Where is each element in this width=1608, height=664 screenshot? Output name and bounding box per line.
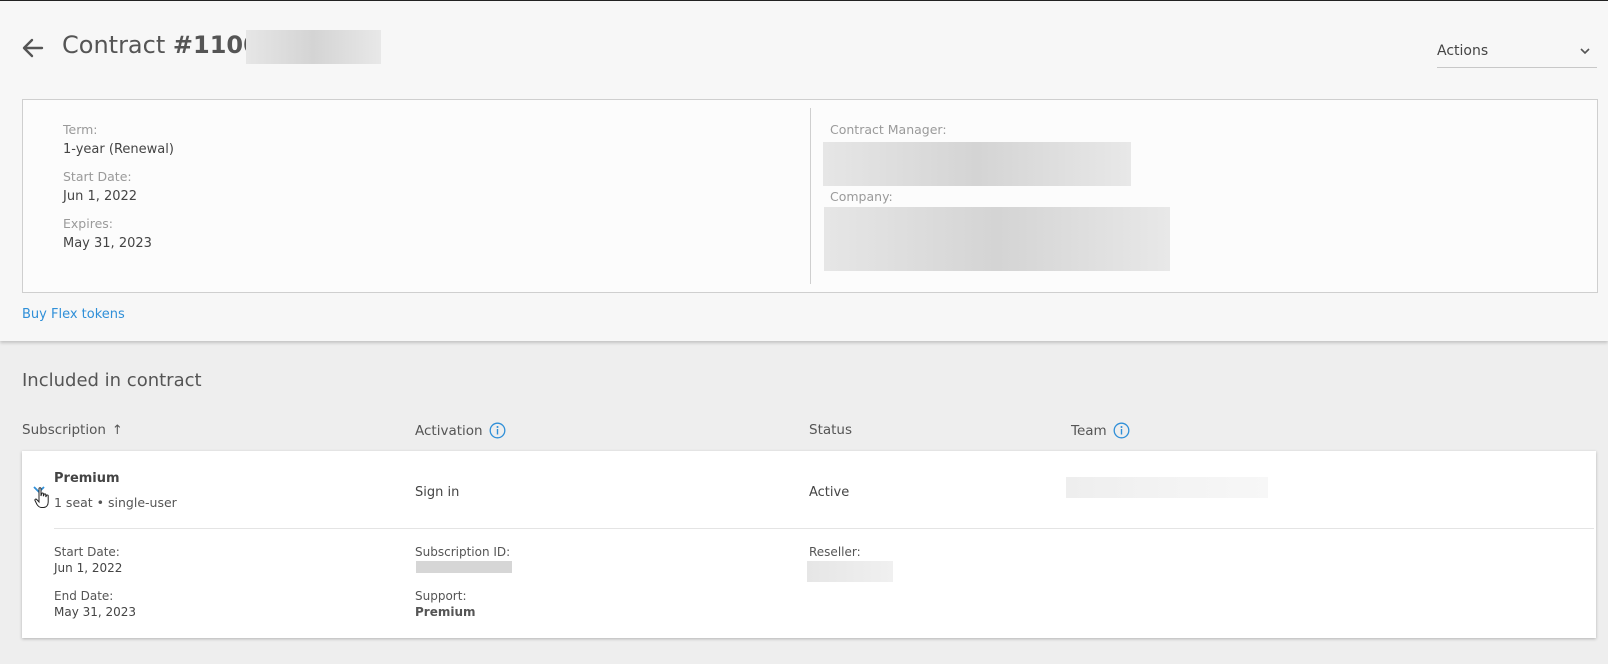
start-date-value: Jun 1, 2022 xyxy=(63,189,138,204)
redacted-contract-manager xyxy=(823,142,1131,186)
included-section-title: Included in contract xyxy=(22,370,202,391)
subscription-id-label: Subscription ID: xyxy=(415,545,511,559)
contract-header-panel: Contract #11000 Actions Term: 1-year (Re… xyxy=(0,0,1608,341)
term-label: Term: xyxy=(63,122,98,137)
sub-end-date-label: End Date: xyxy=(54,589,114,603)
hand-pointer-icon xyxy=(34,487,49,508)
column-header-subscription[interactable]: Subscription ↑ xyxy=(22,422,123,438)
column-header-status: Status xyxy=(809,422,852,438)
chevron-down-icon xyxy=(1580,48,1590,55)
support-value: Premium xyxy=(415,605,476,619)
info-icon[interactable] xyxy=(489,422,506,439)
status-header-label: Status xyxy=(809,422,853,438)
reseller-label: Reseller: xyxy=(809,545,861,559)
support-label: Support: xyxy=(415,589,467,603)
buy-flex-tokens-link[interactable]: Buy Flex tokens xyxy=(22,307,125,322)
column-header-team: Team xyxy=(1071,422,1130,439)
status-value: Active xyxy=(809,485,850,500)
subscription-seats: 1 seat • single-user xyxy=(54,495,177,510)
column-header-activation: Activation xyxy=(415,422,506,439)
sort-ascending-icon: ↑ xyxy=(111,422,123,438)
term-value: 1-year (Renewal) xyxy=(63,142,174,157)
row-divider xyxy=(54,528,1594,529)
expires-value: May 31, 2023 xyxy=(63,236,152,251)
expires-label: Expires: xyxy=(63,216,113,231)
arrow-left-icon xyxy=(22,38,44,58)
sub-start-date-label: Start Date: xyxy=(54,545,120,559)
sub-start-date-value: Jun 1, 2022 xyxy=(54,561,123,575)
actions-label: Actions xyxy=(1437,43,1489,59)
title-prefix: Contract xyxy=(62,31,166,59)
subscription-name: Premium xyxy=(54,471,120,486)
start-date-label: Start Date: xyxy=(63,169,132,184)
team-header-label: Team xyxy=(1071,422,1107,439)
redacted-contract-number xyxy=(246,30,381,64)
vertical-divider xyxy=(810,108,811,284)
redacted-reseller xyxy=(807,561,893,582)
sub-end-date-value: May 31, 2023 xyxy=(54,605,137,619)
contract-details-card: Term: 1-year (Renewal) Start Date: Jun 1… xyxy=(22,99,1598,293)
redacted-team xyxy=(1066,477,1268,498)
redacted-subscription-id xyxy=(416,561,512,573)
activation-header-label: Activation xyxy=(415,422,483,439)
page-title: Contract #11000 xyxy=(62,31,277,59)
subscription-row[interactable]: Premium 1 seat • single-user Sign in Act… xyxy=(22,451,1596,638)
activation-value: Sign in xyxy=(415,485,460,500)
company-label: Company: xyxy=(830,189,893,204)
actions-dropdown[interactable]: Actions xyxy=(1437,39,1597,68)
subscription-header-label: Subscription xyxy=(22,422,106,438)
contract-manager-label: Contract Manager: xyxy=(830,122,947,137)
redacted-company xyxy=(824,207,1170,271)
back-button[interactable] xyxy=(20,35,46,61)
info-icon[interactable] xyxy=(1113,422,1130,439)
